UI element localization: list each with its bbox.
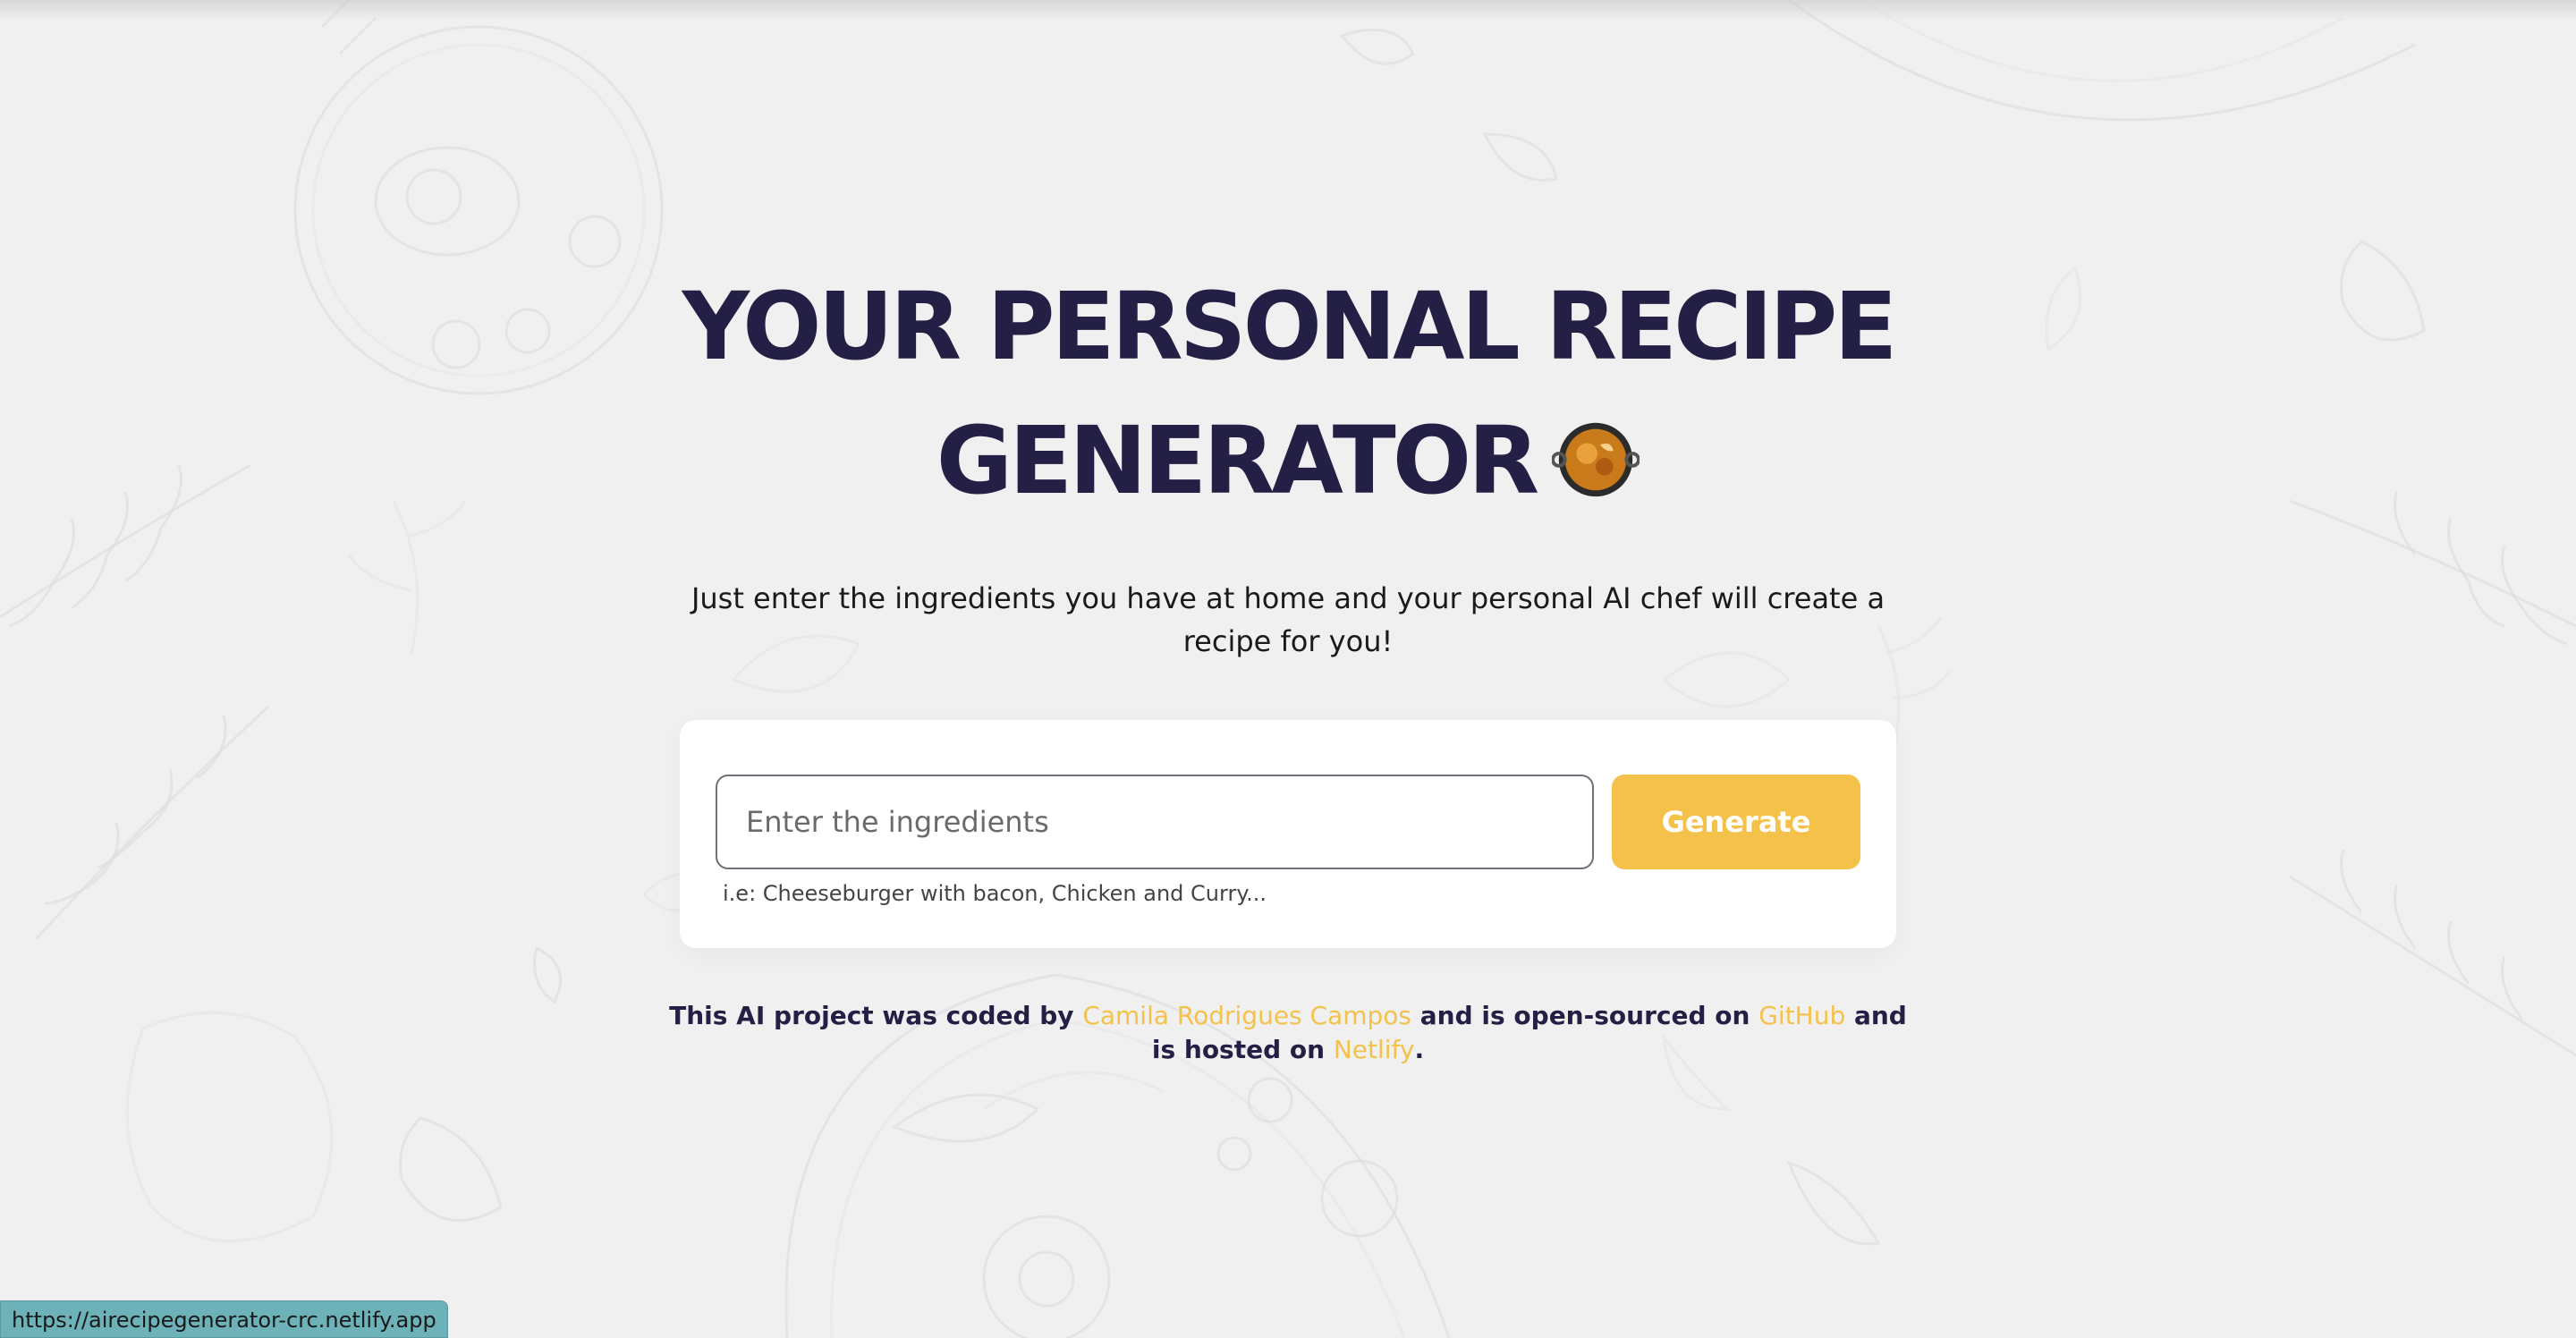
credits-text-4: . bbox=[1414, 1035, 1425, 1064]
paella-pan-icon bbox=[1552, 422, 1640, 497]
plate-sketch-top-left bbox=[293, 0, 664, 395]
page-title-text: YOUR PERSONAL RECIPE GENERATOR bbox=[682, 272, 1898, 515]
top-shadow bbox=[0, 0, 2576, 21]
footer-credits: This AI project was coded by Camila Rodr… bbox=[662, 999, 1914, 1067]
credits-text-2: and is open-sourced on bbox=[1411, 1001, 1759, 1030]
ingredients-input[interactable] bbox=[716, 775, 1594, 869]
recipe-form-card: Generate i.e: Cheeseburger with bacon, C… bbox=[680, 720, 1896, 948]
intro-subtitle: Just enter the ingredients you have at h… bbox=[691, 581, 1885, 658]
netlify-link[interactable]: Netlify bbox=[1334, 1035, 1415, 1064]
generate-button[interactable]: Generate bbox=[1612, 775, 1860, 869]
page-title: YOUR PERSONAL RECIPE GENERATOR bbox=[662, 259, 1914, 528]
author-link[interactable]: Camila Rodrigues Campos bbox=[1082, 1001, 1411, 1030]
github-link[interactable]: GitHub bbox=[1758, 1001, 1845, 1030]
input-hint: i.e: Cheeseburger with bacon, Chicken an… bbox=[723, 881, 1267, 906]
status-bar-url: https://airecipegenerator-crc.netlify.ap… bbox=[0, 1300, 448, 1338]
credits-text-1: This AI project was coded by bbox=[669, 1001, 1083, 1030]
food-sketch-background bbox=[0, 0, 2576, 1338]
